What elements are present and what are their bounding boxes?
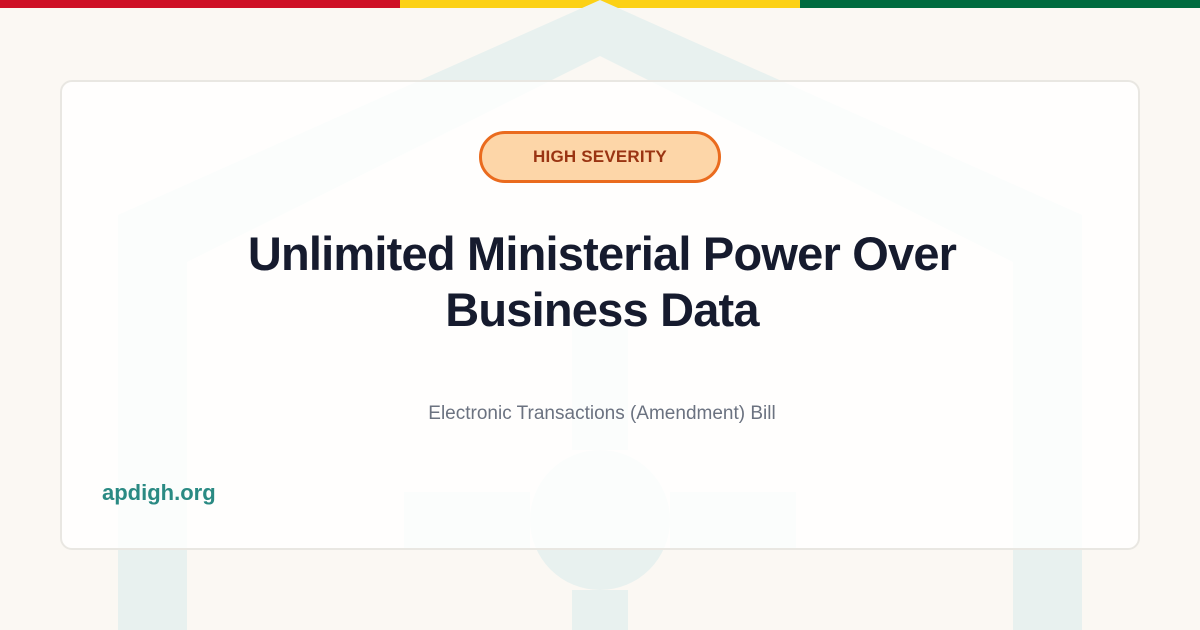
severity-badge-label: HIGH SEVERITY: [533, 147, 667, 166]
severity-badge: HIGH SEVERITY: [479, 131, 721, 183]
content-card: HIGH SEVERITY Unlimited Ministerial Powe…: [60, 80, 1140, 550]
page-title-line-2: Business Data: [445, 283, 759, 336]
page-title: Unlimited Ministerial Power Over Busines…: [62, 226, 1142, 338]
bill-name: Electronic Transactions (Amendment) Bill: [428, 403, 776, 424]
site-link[interactable]: apdigh.org: [102, 480, 216, 506]
page-title-line-1: Unlimited Ministerial Power Over: [247, 227, 957, 280]
